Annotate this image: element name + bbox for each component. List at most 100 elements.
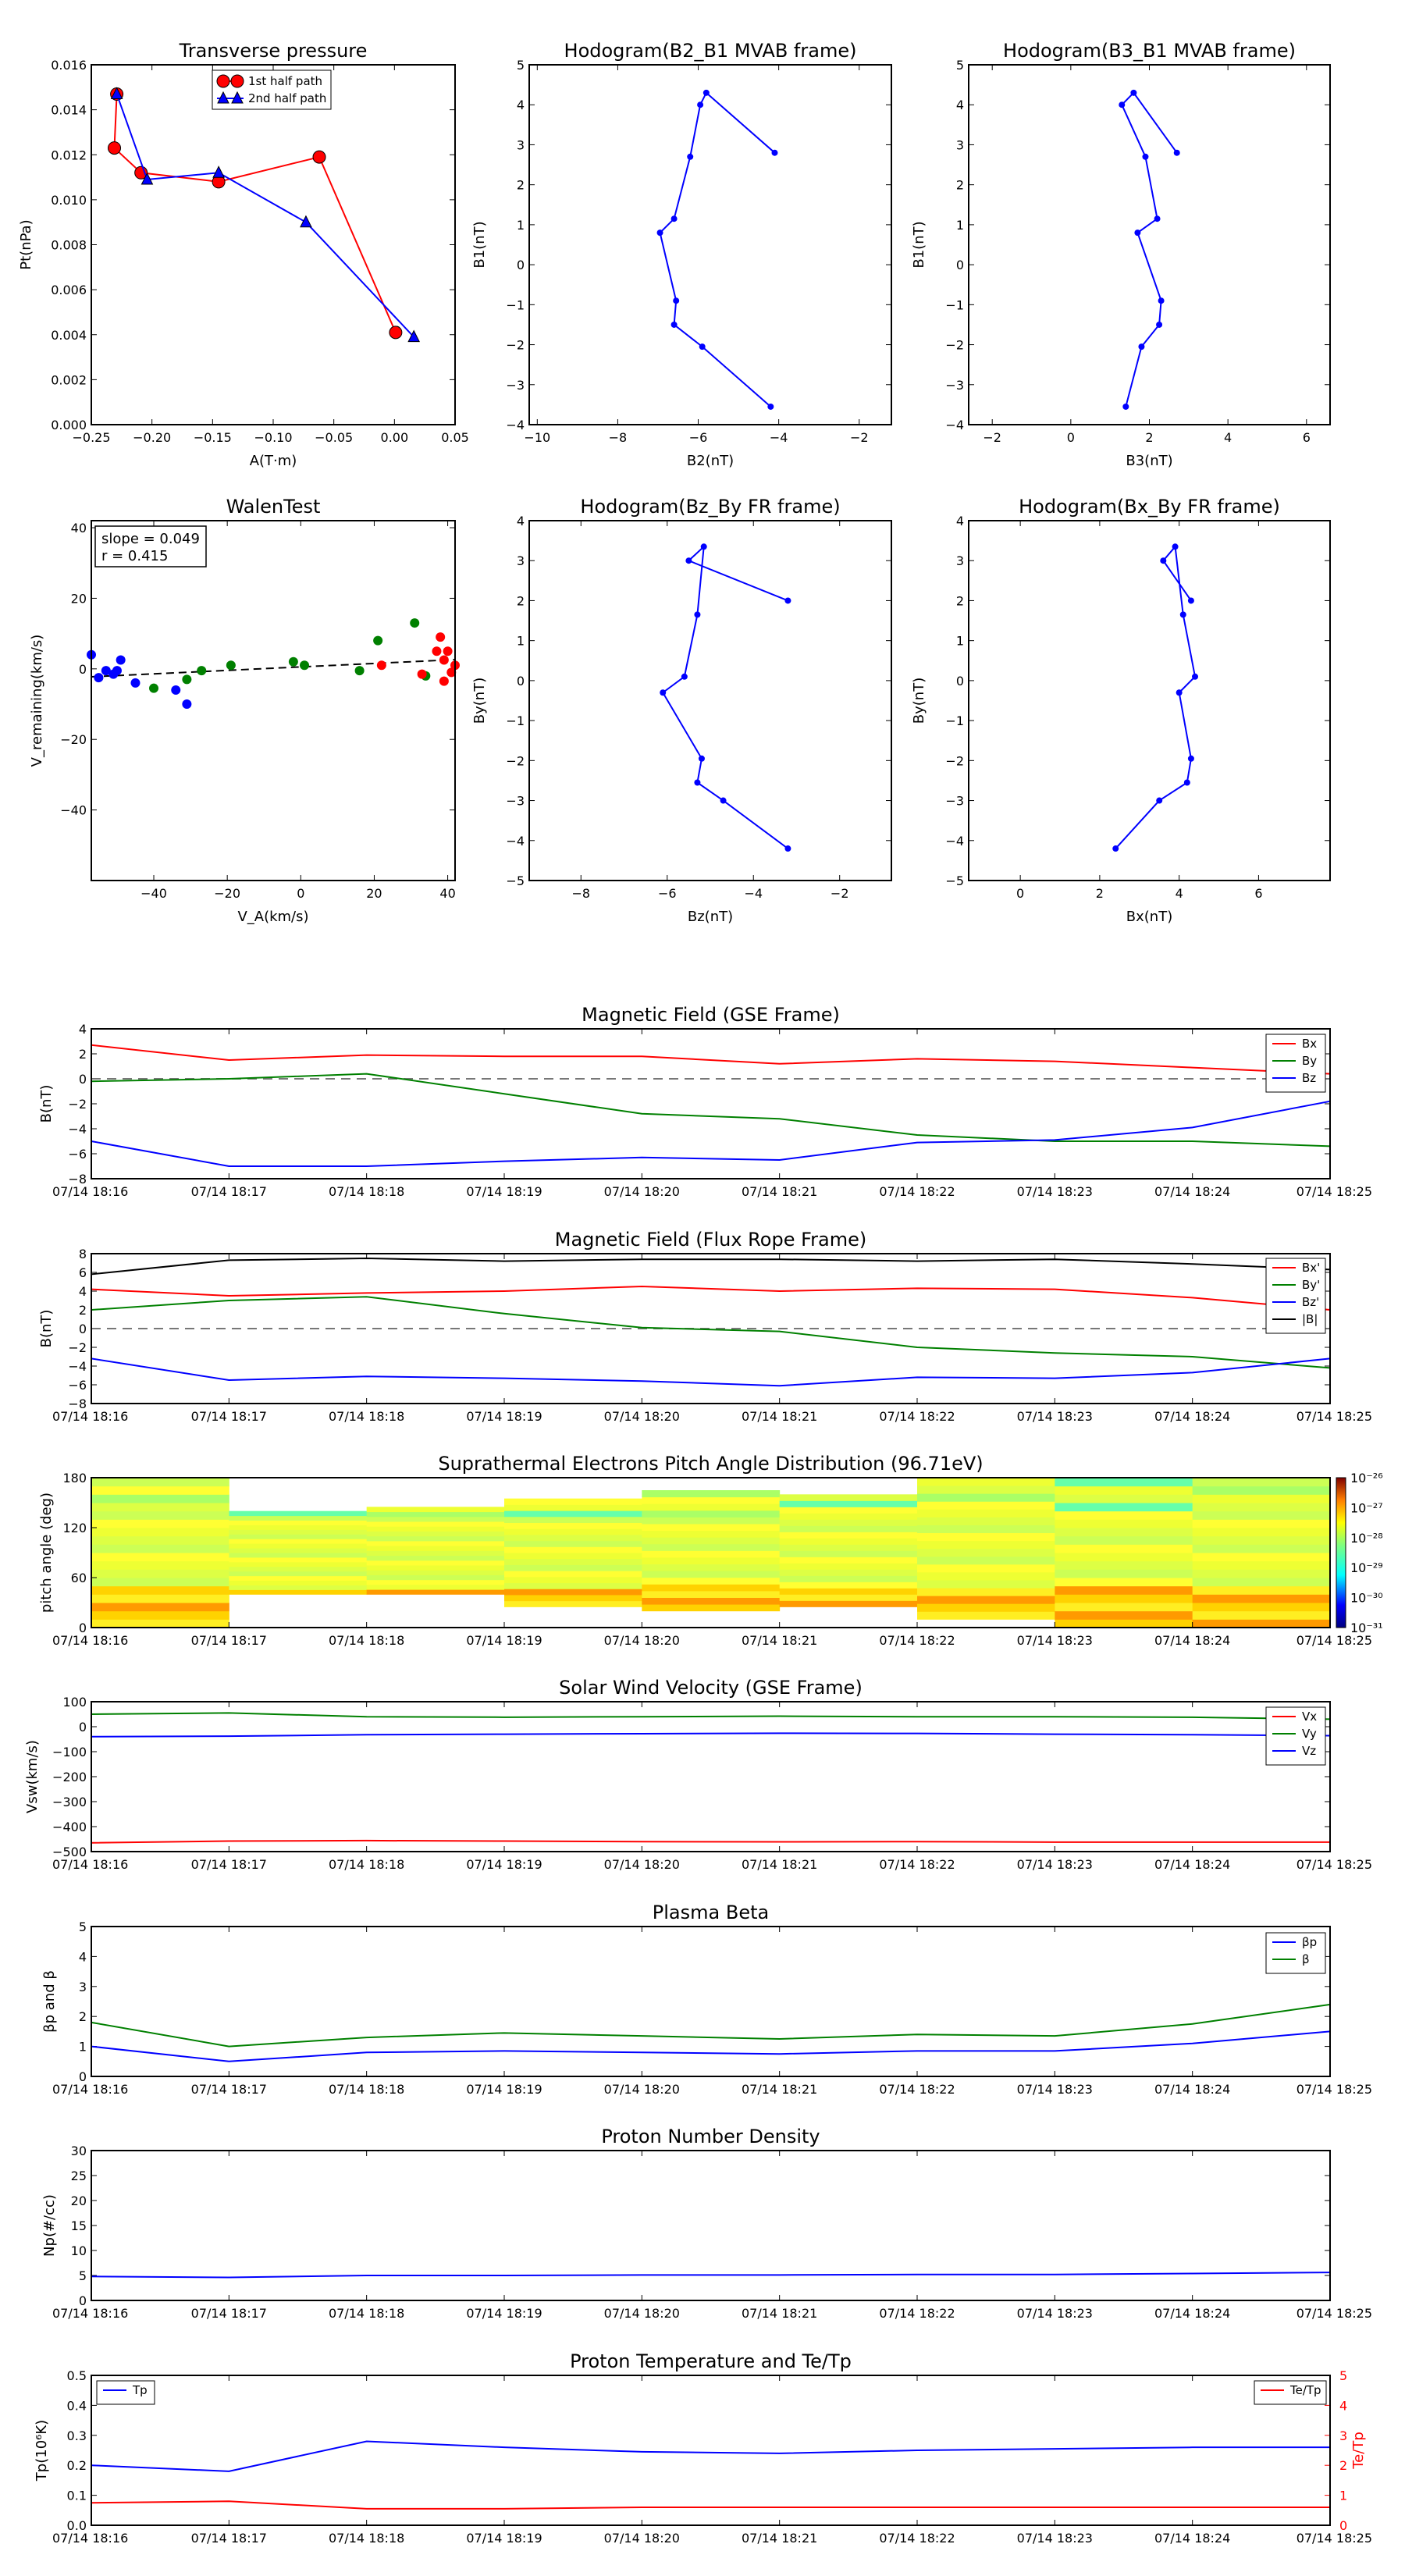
data-point [1112,845,1119,852]
y-tick-label: 0.3 [67,2428,87,2443]
data-point [1130,89,1137,96]
y2-tick-label: 2 [1339,2458,1347,2473]
plot-frame [528,64,892,425]
y-tick-label: 15 [71,2218,87,2233]
heatmap-cell [917,1485,1055,1494]
data-point [656,229,663,237]
series-line [1121,91,1178,407]
y-tick-label: 0.5 [67,2368,87,2383]
y-tick-label: 0.006 [51,283,87,297]
y-tick-label: −6 [68,1147,87,1162]
heatmap-cell [1192,1535,1331,1545]
heatmap-column [229,1510,368,1595]
heatmap-cell [779,1494,918,1501]
y-tick-label: 1 [517,218,525,233]
y-tick-label: 2 [517,178,525,193]
y-tick-label: −2 [68,1340,87,1355]
y-tick-label: 2 [956,178,964,193]
heatmap-cell [229,1529,368,1535]
data-point [1156,321,1163,328]
heatmap-cell [504,1498,642,1505]
x-tick-label: 07/14 18:20 [604,2531,680,2546]
heatmap-cell [504,1540,642,1547]
heatmap-cell [779,1563,918,1570]
heatmap-column [504,1498,642,1607]
x-axis-label: B3(nT) [1126,453,1172,469]
heatmap-cell [1055,1535,1193,1545]
legend-label: |B| [1302,1312,1318,1326]
heatmap-cell [366,1570,505,1575]
data-point [1154,215,1161,222]
figure-canvas: Transverse pressure−0.25 −0.20 −0.15 −0.10−… [18,40,1383,2546]
heatmap-cell [366,1579,505,1585]
heatmap-cell [366,1560,505,1566]
plot-frame [91,1701,1331,1852]
heatmap-cell [779,1513,918,1520]
y2-tick-label: 3 [1339,2428,1347,2443]
heatmap-cell [917,1611,1055,1620]
heatmap-cell [917,1532,1055,1542]
y-tick-label: 0 [956,674,964,688]
series-line-Te/Tp [91,2500,1330,2510]
data-point [373,635,383,646]
x-tick-label: 07/14 18:20 [604,1633,680,1648]
data-point [1138,343,1145,350]
heatmap-cell [366,1507,505,1513]
y-tick-label: 0 [517,674,525,688]
heatmap-cell [1055,1528,1193,1537]
data-point [784,597,791,604]
heatmap-cell [229,1548,368,1553]
x-tick-label: 07/14 18:23 [1017,2531,1093,2546]
heatmap-cell [642,1530,781,1538]
x-tick-label: 07/14 18:22 [879,2082,955,2097]
annotation-slope: slope = 0.049 [101,531,200,547]
chart-title: Hodogram(B2_B1 MVAB frame) [564,40,857,62]
heatmap-cell [229,1515,368,1521]
heatmap-cell [1192,1528,1331,1537]
y-tick-label: 10 [71,2243,87,2258]
heatmap-cell [1055,1510,1193,1520]
x-tick-label: 07/14 18:19 [466,1857,542,1872]
heatmap-cell [1192,1619,1331,1628]
y-tick-label: −3 [506,378,525,393]
fit-annotation: slope = 0.049r = 0.415 [94,525,207,568]
heatmap-cell [642,1604,781,1612]
legend: Bx' By' Bz' |B| [1265,1258,1326,1334]
y-tick-label: 0.000 [51,418,87,432]
x-axis-label: Bz(nT) [688,909,733,925]
x-tick-label: 0 [297,886,304,901]
heatmap-cell [917,1564,1055,1573]
heatmap-cell [91,1610,229,1620]
y-tick-label: 1 [956,218,964,233]
y-axis-label: B1(nT) [471,221,488,268]
data-point [226,660,236,671]
legend-label: Bz' [1302,1295,1319,1309]
x-tick-label: −6 [658,886,677,901]
heatmap-cell [642,1537,781,1545]
heatmap-cell [779,1507,918,1514]
y-tick-label: 0 [517,258,525,272]
y-tick-label: 0.1 [67,2489,87,2503]
x-tick-label: 6 [1254,886,1262,901]
heatmap-cell [779,1500,918,1507]
data-point [700,543,707,550]
y-tick-label: 2 [517,593,525,608]
x-axis-label: A(T·m) [250,453,297,469]
series-0 [87,649,192,710]
x-tick-label: 6 [1303,430,1311,445]
x-tick-label: 07/14 18:19 [466,1633,542,1648]
data-point [417,669,427,679]
legend-label: 1st half path [248,74,322,88]
data-point [439,655,449,665]
data-point [130,678,140,688]
heatmap-cell [504,1558,642,1565]
chart-title: Hodogram(B3_B1 MVAB frame) [1003,40,1296,62]
heatmap-cell [91,1519,229,1528]
y-axis-label: Tp(10⁶K) [34,2420,50,2482]
x-tick-label: −4 [744,886,763,901]
x-tick-label: −2 [831,886,849,901]
heatmap-column [1192,1478,1331,1628]
x-tick-label: 0 [1067,430,1075,445]
series-line [113,94,397,333]
series-line [659,91,776,407]
